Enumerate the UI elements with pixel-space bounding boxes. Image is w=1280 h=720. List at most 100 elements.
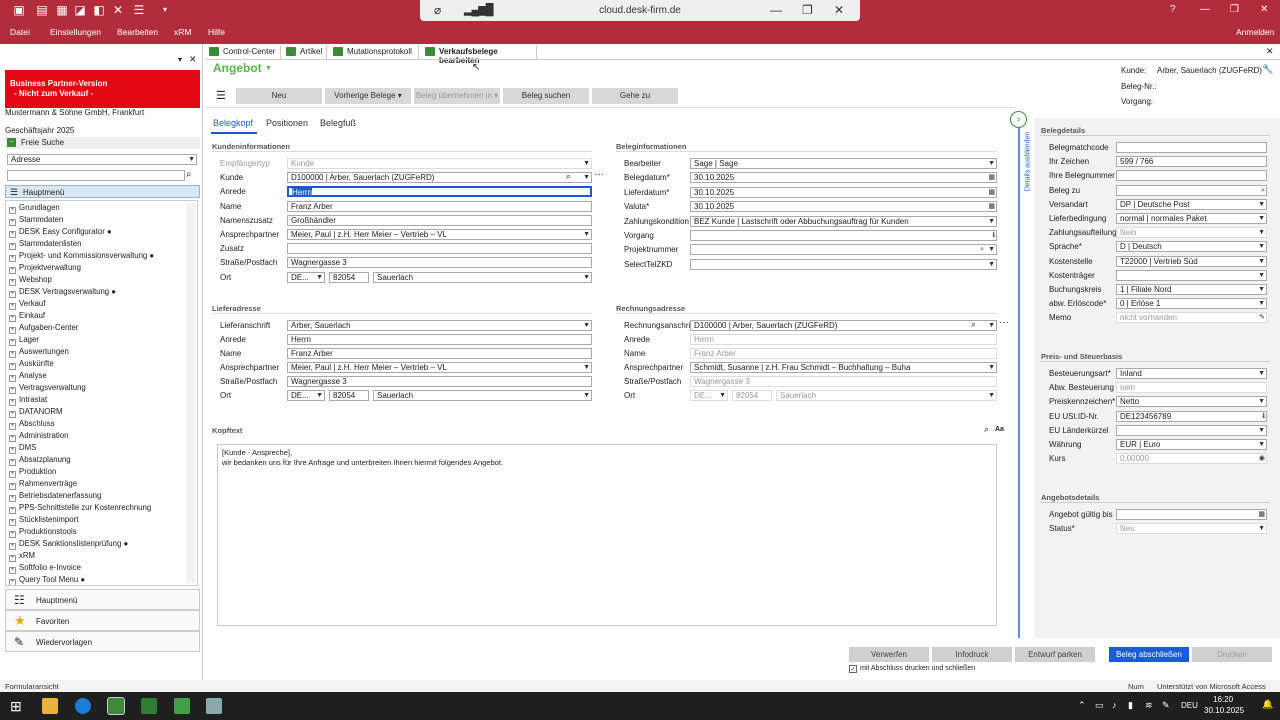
liefer-field[interactable]: Arber, Sauerlach ▼: [287, 320, 592, 331]
cloud-minimize-icon[interactable]: —: [770, 3, 782, 17]
kunden-field[interactable]: Kunde ▼: [287, 158, 592, 169]
remote-desktop-icon[interactable]: [206, 698, 222, 714]
sidebar-item[interactable]: + Auswertungen: [9, 347, 69, 358]
table-icon[interactable]: ▦: [55, 3, 69, 17]
sidebar-item[interactable]: + Vertragsverwaltung: [9, 383, 86, 394]
subtab-belegkopf[interactable]: Belegkopf: [213, 118, 253, 128]
more-icon[interactable]: ···: [999, 317, 1009, 328]
angebot-field[interactable]: Neu ▼: [1116, 523, 1267, 535]
belegdetails-field[interactable]: [1116, 142, 1267, 153]
close-icon[interactable]: ✕: [111, 3, 125, 17]
pen-app-icon[interactable]: [174, 698, 190, 714]
expand-icon[interactable]: +: [9, 495, 16, 502]
font-size-icon[interactable]: Aa: [995, 426, 1004, 433]
expand-icon[interactable]: +: [9, 543, 16, 550]
wifi-icon[interactable]: ≋: [1145, 700, 1153, 711]
city-select[interactable]: Sauerlach ▼: [776, 390, 997, 401]
rechnung-field[interactable]: Herrn: [690, 334, 997, 345]
preis-field[interactable]: 0,00000 ◉: [1116, 453, 1267, 465]
expand-icon[interactable]: +: [9, 243, 16, 250]
expand-icon[interactable]: +: [9, 327, 16, 334]
info-icon[interactable]: ℹ: [992, 231, 995, 240]
zip-field[interactable]: 82054: [732, 390, 772, 401]
belegdetails-field[interactable]: [1116, 170, 1267, 182]
sidebar-item[interactable]: + Produktion: [9, 467, 56, 478]
layout-icon[interactable]: ☰: [132, 3, 146, 17]
country-select[interactable]: DE... ▼: [287, 271, 325, 283]
doc-title-chevron-icon[interactable]: ▼: [265, 65, 272, 72]
expand-icon[interactable]: +: [9, 579, 16, 585]
expand-icon[interactable]: +: [9, 567, 16, 574]
kunden-field[interactable]: Franz Arber: [287, 200, 592, 212]
tab-mutationsprotokoll[interactable]: Mutationsprotokoll: [330, 45, 419, 59]
maximize-icon[interactable]: ❐: [1230, 4, 1239, 15]
expand-icon[interactable]: +: [9, 387, 16, 394]
belegdetails-field[interactable]: Nein ▼: [1116, 227, 1267, 239]
rechnung-field[interactable]: Schmidt, Susanne | z.H. Frau Schmidt – B…: [690, 362, 997, 373]
belegdetails-field[interactable]: 0 | Erlöse 1 ▼: [1116, 298, 1267, 310]
sidebar-item[interactable]: + Stammdaten: [9, 215, 63, 226]
belegdetails-field[interactable]: 1 | Filiale Nord ▼: [1116, 284, 1267, 295]
desk-app-icon[interactable]: [107, 697, 125, 715]
expand-icon[interactable]: +: [9, 447, 16, 454]
expand-icon[interactable]: +: [9, 267, 16, 274]
sidebar-item[interactable]: + Softfolio e-Invoice: [9, 563, 81, 574]
minimize-icon[interactable]: —: [1200, 4, 1210, 15]
search-input[interactable]: [7, 170, 185, 181]
sidebar-item[interactable]: + Betriebsdatenerfassung: [9, 491, 101, 502]
expand-icon[interactable]: +: [9, 507, 16, 514]
tab-control-center[interactable]: Control-Center: [206, 45, 281, 59]
expand-icon[interactable]: +: [9, 399, 16, 406]
edit-icon[interactable]: ◪: [73, 3, 87, 17]
expand-icon[interactable]: +: [9, 279, 16, 286]
document-icon[interactable]: ▤: [35, 3, 49, 17]
doc-title[interactable]: Angebot: [213, 61, 262, 75]
search-icon[interactable]: ⌕: [1261, 186, 1265, 195]
expand-icon[interactable]: +: [9, 207, 16, 214]
nav-favoriten[interactable]: ★ Favoriten: [5, 610, 200, 631]
search-icon[interactable]: ⌕: [566, 171, 571, 182]
kunden-field[interactable]: Meier, Paul | z.H. Herr Meier – Vertrieb…: [287, 229, 592, 240]
save-icon[interactable]: ▣: [12, 3, 26, 17]
sidebar-item[interactable]: + DMS: [9, 443, 36, 454]
search-icon[interactable]: ⌕: [971, 319, 976, 330]
preis-field[interactable]: nein: [1116, 382, 1267, 394]
belegdetails-field[interactable]: ▼: [1116, 269, 1267, 281]
tab-verkaufsbelege[interactable]: Verkaufsbelege bearbeiten: [422, 45, 537, 65]
search-type-select[interactable]: Adresse ▼: [7, 154, 197, 165]
expand-icon[interactable]: +: [9, 255, 16, 262]
beleg-field[interactable]: ⌕ ▼: [690, 244, 997, 256]
nav-hauptmenu[interactable]: ☷ Hauptmenü: [5, 589, 200, 610]
close-window-icon[interactable]: ✕: [1260, 4, 1268, 15]
details-toggle[interactable]: Details ausblenden: [1025, 122, 1032, 202]
sidebar-item[interactable]: + Verkauf: [9, 299, 45, 310]
sidebar-item[interactable]: + Analyse: [9, 371, 47, 382]
expand-icon[interactable]: +: [9, 315, 16, 322]
sidebar-item[interactable]: + Grundlagen: [9, 203, 60, 214]
belegdetails-field[interactable]: D | Deutsch ▼: [1116, 241, 1267, 253]
clock-time[interactable]: 16:20: [1213, 695, 1233, 704]
sidebar-item[interactable]: + DESK Easy Configurator ●: [9, 227, 112, 238]
hamburger-icon[interactable]: ☰: [216, 89, 226, 102]
expand-icon[interactable]: +: [9, 531, 16, 538]
beleg-field[interactable]: 30.10.2025 ▦: [690, 186, 997, 198]
sidebar-item[interactable]: + Produktionstools: [9, 527, 77, 538]
info-icon[interactable]: ℹ: [1262, 412, 1265, 421]
tab-artikel[interactable]: Artikel: [283, 45, 327, 59]
expand-icon[interactable]: +: [9, 375, 16, 382]
beleg-field[interactable]: 30.10.2025 ▦: [690, 172, 997, 184]
liefer-field[interactable]: Wagnergasse 3: [287, 376, 592, 387]
info-print-button[interactable]: Infodruck: [932, 647, 1012, 662]
expand-icon[interactable]: +: [9, 471, 16, 478]
kopftext-editor[interactable]: [Kunde - Anspreche], wir bedanken uns fü…: [217, 444, 997, 626]
search-icon[interactable]: ⌕: [980, 245, 984, 254]
belegdetails-field[interactable]: normal | normales Paket ▼: [1116, 213, 1267, 224]
nav-wiedervorlagen[interactable]: ✎ Wiedervorlagen: [5, 631, 200, 652]
volume-icon[interactable]: ♪: [1112, 700, 1117, 710]
kunden-field[interactable]: Herrn: [287, 186, 592, 198]
currency-icon[interactable]: ◉: [1259, 454, 1265, 463]
print-button[interactable]: Drucken: [1192, 647, 1272, 662]
battery-icon[interactable]: ▮: [1128, 700, 1133, 711]
rechnung-field[interactable]: D100000 | Arber, Sauerlach (ZUGFeRD) ▼: [690, 320, 997, 331]
sidebar-item[interactable]: + Rahmenverträge: [9, 479, 77, 490]
